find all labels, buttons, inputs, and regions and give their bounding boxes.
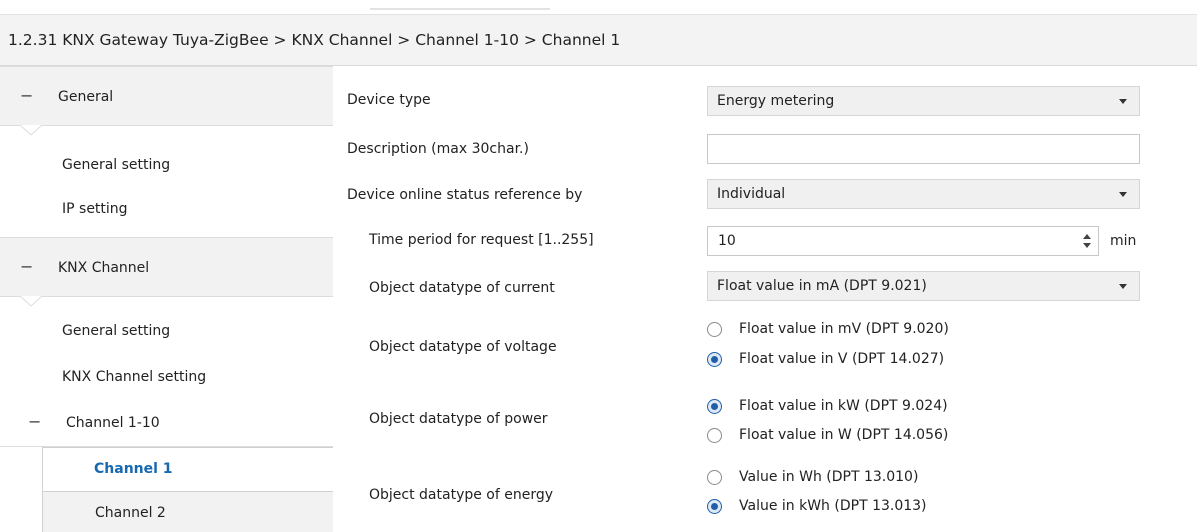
- sidebar-group-label: General: [58, 89, 114, 105]
- radio-label: Float value in kW (DPT 9.024): [739, 398, 948, 414]
- description-label: Description (max 30char.): [347, 141, 529, 157]
- collapse-icon[interactable]: −: [28, 412, 41, 431]
- sidebar-group-general[interactable]: − General: [0, 66, 333, 126]
- radio-label: Value in kWh (DPT 13.013): [739, 498, 927, 514]
- collapse-icon[interactable]: −: [20, 257, 33, 276]
- radio-label: Float value in mV (DPT 9.020): [739, 321, 949, 337]
- tree-notch-icon: [20, 125, 42, 136]
- sidebar-item-ip-setting[interactable]: IP setting: [62, 201, 128, 217]
- sidebar-item-label: Channel 1: [94, 461, 173, 477]
- breadcrumb: 1.2.31 KNX Gateway Tuya-ZigBee > KNX Cha…: [8, 31, 621, 49]
- radio-button[interactable]: [707, 322, 722, 337]
- time-period-label: Time period for request [1..255]: [369, 232, 594, 248]
- time-period-spinbox[interactable]: 10: [707, 226, 1099, 256]
- sidebar-item-knx-channel-setting[interactable]: KNX Channel setting: [62, 369, 206, 385]
- radio-label: Float value in V (DPT 14.027): [739, 351, 945, 367]
- radio-button[interactable]: [707, 428, 722, 443]
- online-status-value: Individual: [717, 186, 786, 202]
- radio-button[interactable]: [707, 499, 722, 514]
- radio-button[interactable]: [707, 470, 722, 485]
- collapse-icon[interactable]: −: [20, 86, 33, 105]
- chevron-down-icon: [1119, 284, 1127, 289]
- sidebar-group-label: Channel 1-10: [66, 415, 160, 431]
- radio-button[interactable]: [707, 352, 722, 367]
- power-datatype-label: Object datatype of power: [369, 411, 548, 427]
- radio-button[interactable]: [707, 399, 722, 414]
- energy-datatype-label: Object datatype of energy: [369, 487, 554, 503]
- device-type-select[interactable]: Energy metering: [707, 86, 1140, 116]
- online-status-label: Device online status reference by: [347, 187, 583, 203]
- voltage-datatype-label: Object datatype of voltage: [369, 339, 557, 355]
- tree-notch-icon: [20, 296, 42, 307]
- sidebar-item-label: Channel 2: [95, 505, 166, 521]
- tab-indicator: [370, 0, 550, 10]
- device-type-value: Energy metering: [717, 93, 835, 109]
- radio-label: Float value in W (DPT 14.056): [739, 427, 949, 443]
- breadcrumb-bar: 1.2.31 KNX Gateway Tuya-ZigBee > KNX Cha…: [0, 14, 1197, 66]
- sidebar-group-label: KNX Channel: [58, 260, 150, 276]
- online-status-select[interactable]: Individual: [707, 179, 1140, 209]
- spin-arrows-icon[interactable]: [1082, 232, 1092, 250]
- time-period-unit: min: [1110, 233, 1137, 249]
- sidebar-group-knx-channel[interactable]: − KNX Channel: [0, 237, 333, 297]
- sidebar-group-channel-1-10[interactable]: − Channel 1-10: [0, 400, 333, 447]
- top-strip: [0, 0, 1197, 14]
- time-period-value: 10: [718, 233, 736, 249]
- sidebar-item-channel-2[interactable]: Channel 2: [42, 492, 333, 532]
- chevron-down-icon: [1119, 99, 1127, 104]
- current-datatype-label: Object datatype of current: [369, 280, 555, 296]
- current-datatype-select[interactable]: Float value in mA (DPT 9.021): [707, 271, 1140, 301]
- chevron-down-icon: [1119, 192, 1127, 197]
- description-input[interactable]: [707, 134, 1140, 164]
- radio-label: Value in Wh (DPT 13.010): [739, 469, 919, 485]
- current-datatype-value: Float value in mA (DPT 9.021): [717, 278, 927, 294]
- device-type-label: Device type: [347, 92, 431, 108]
- sidebar-item-knx-general-setting[interactable]: General setting: [62, 323, 170, 339]
- sidebar-item-channel-1[interactable]: Channel 1: [42, 447, 333, 492]
- sidebar-item-general-setting[interactable]: General setting: [62, 157, 170, 173]
